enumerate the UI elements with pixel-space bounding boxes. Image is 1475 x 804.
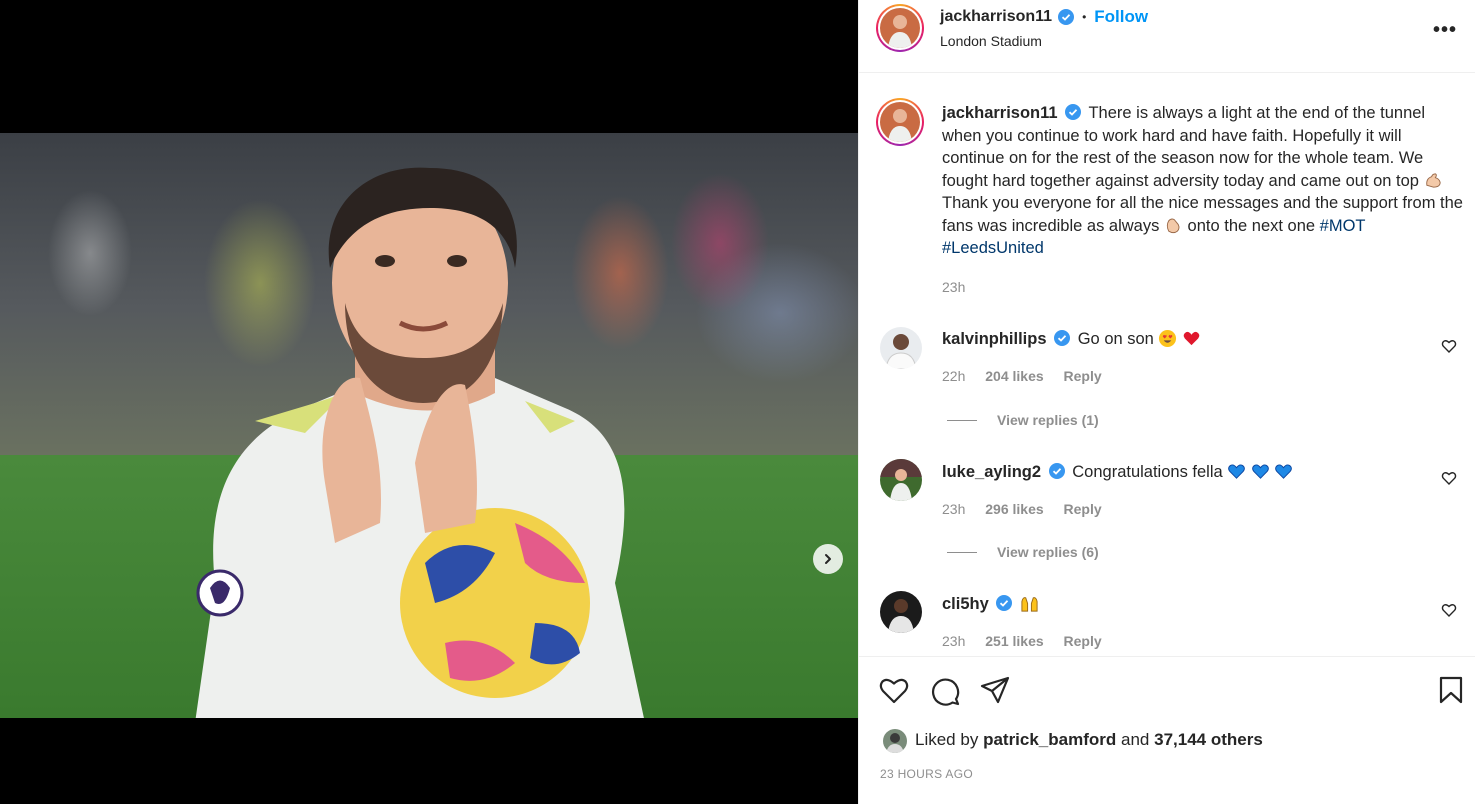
- comment: luke_ayling2 Congratulations fella: [942, 462, 1293, 482]
- comment-likes[interactable]: 251 likes: [985, 633, 1043, 649]
- view-replies-button[interactable]: View replies (1): [947, 412, 1099, 428]
- comment-meta: 22h 204 likes Reply: [942, 368, 1102, 384]
- post-actions: Liked by patrick_bamford and 37,144 othe…: [859, 656, 1475, 804]
- post-timestamp[interactable]: 23 HOURS AGO: [880, 767, 973, 781]
- like-comment-heart-icon[interactable]: [1441, 470, 1457, 486]
- blue-heart-emoji-icon: [1275, 464, 1293, 479]
- comment-meta: 23h 296 likes Reply: [942, 501, 1102, 517]
- view-replies-label: View replies (6): [997, 544, 1099, 560]
- verified-badge-icon: [996, 595, 1013, 611]
- like-comment-heart-icon[interactable]: [1441, 602, 1457, 618]
- comment-text: Congratulations fella: [1072, 463, 1223, 481]
- comment-likes[interactable]: 296 likes: [985, 501, 1043, 517]
- author-username[interactable]: jackharrison11: [940, 8, 1052, 26]
- caption-username[interactable]: jackharrison11: [942, 104, 1058, 122]
- author-avatar-ring[interactable]: [876, 4, 924, 52]
- liked-by: Liked by patrick_bamford and 37,144 othe…: [915, 730, 1263, 750]
- reply-button[interactable]: Reply: [1064, 501, 1102, 517]
- comments-section: jackharrison11 There is always a light a…: [859, 74, 1475, 656]
- liked-by-and: and: [1121, 730, 1150, 749]
- comment-time: 22h: [942, 368, 966, 384]
- replies-divider: [947, 419, 977, 421]
- comment-username[interactable]: luke_ayling2: [942, 463, 1041, 481]
- comment-time: 23h: [942, 501, 966, 517]
- post-header: jackharrison11 • Follow London Stadium •…: [859, 0, 1475, 73]
- raising-hands-emoji-icon: [1021, 597, 1038, 612]
- carousel-next-button[interactable]: [813, 544, 843, 574]
- liked-by-count[interactable]: 37,144 others: [1154, 730, 1263, 749]
- caption-avatar-ring[interactable]: [876, 98, 924, 146]
- hashtag-link[interactable]: #MOT: [1320, 217, 1366, 235]
- verified-badge-icon: [1058, 9, 1075, 25]
- like-comment-heart-icon[interactable]: [1441, 338, 1457, 354]
- verified-badge-icon: [1065, 104, 1082, 120]
- blue-heart-emoji-icon: [1228, 464, 1246, 479]
- caption-timestamp: 23h: [942, 279, 966, 295]
- caption: jackharrison11 There is always a light a…: [942, 102, 1467, 260]
- author-avatar: [880, 8, 920, 48]
- flexed-biceps-emoji-icon: [1425, 172, 1441, 188]
- hashtag-link[interactable]: #LeedsUnited: [942, 239, 1044, 257]
- post-location[interactable]: London Stadium: [940, 33, 1042, 49]
- red-heart-emoji-icon: [1183, 331, 1200, 346]
- comment-username[interactable]: kalvinphillips: [942, 330, 1047, 348]
- follow-button[interactable]: Follow: [1094, 7, 1148, 27]
- view-replies-label: View replies (1): [997, 412, 1099, 428]
- post-media: [0, 0, 858, 804]
- commenter-avatar[interactable]: [880, 327, 922, 369]
- comment-time: 23h: [942, 633, 966, 649]
- share-paper-plane-icon[interactable]: [980, 676, 1010, 704]
- view-replies-button[interactable]: View replies (6): [947, 544, 1099, 560]
- comment-username[interactable]: cli5hy: [942, 595, 989, 613]
- caption-text-part-3: onto the next one: [1187, 216, 1316, 235]
- commenter-avatar[interactable]: [880, 591, 922, 633]
- chevron-right-icon: [825, 554, 831, 564]
- liked-by-prefix: Liked by: [915, 730, 979, 749]
- liker-avatar[interactable]: [883, 729, 907, 753]
- post-details-panel: jackharrison11 • Follow London Stadium •…: [858, 0, 1475, 804]
- heart-eyes-emoji-icon: [1159, 329, 1177, 348]
- like-heart-icon[interactable]: [879, 676, 909, 704]
- reply-button[interactable]: Reply: [1064, 633, 1102, 649]
- reply-button[interactable]: Reply: [1064, 368, 1102, 384]
- player-illustration: [195, 167, 644, 718]
- clapping-hands-emoji-icon: [1166, 218, 1180, 233]
- verified-badge-icon: [1054, 330, 1071, 346]
- comment: cli5hy: [942, 594, 1039, 614]
- comment: kalvinphillips Go on son: [942, 329, 1201, 349]
- comment-bubble-icon[interactable]: [930, 676, 960, 706]
- comment-meta: 23h 251 likes Reply: [942, 633, 1102, 649]
- blue-heart-emoji-icon: [1252, 464, 1269, 479]
- caption-avatar: [880, 102, 920, 142]
- post-photo[interactable]: [0, 133, 858, 718]
- header-separator: •: [1082, 10, 1087, 24]
- liked-by-user[interactable]: patrick_bamford: [983, 730, 1116, 749]
- replies-divider: [947, 551, 977, 553]
- comment-text: Go on son: [1077, 330, 1154, 348]
- verified-badge-icon: [1048, 463, 1065, 479]
- save-bookmark-icon[interactable]: [1439, 676, 1463, 704]
- commenter-avatar[interactable]: [880, 459, 922, 501]
- comment-likes[interactable]: 204 likes: [985, 368, 1043, 384]
- more-options-button[interactable]: •••: [1433, 19, 1457, 42]
